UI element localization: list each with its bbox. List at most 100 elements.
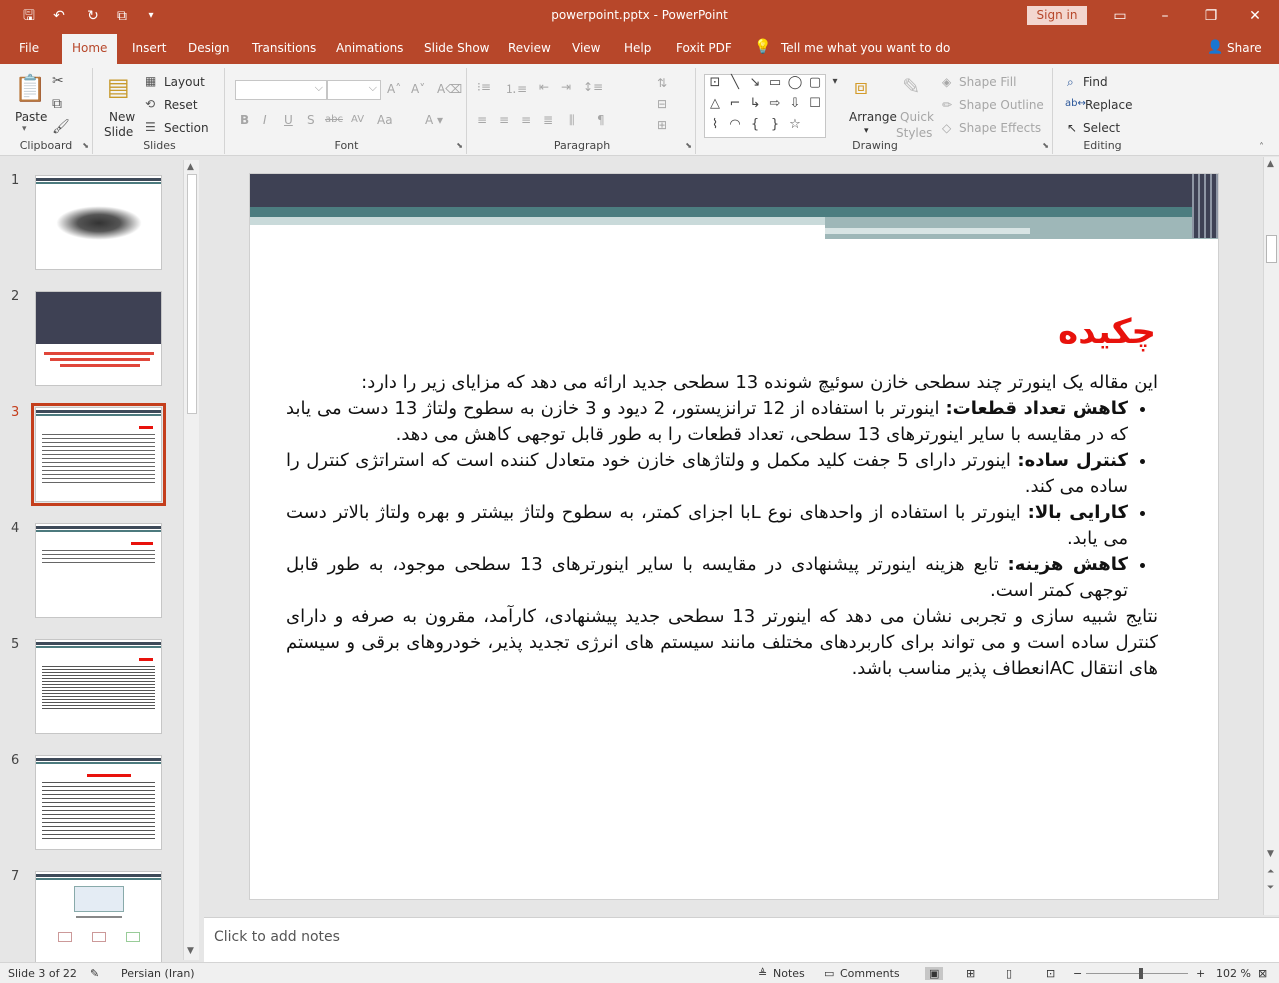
tab-design[interactable]: Design bbox=[188, 41, 229, 55]
text-direction-icon[interactable]: ⇅ bbox=[657, 76, 667, 90]
close-icon[interactable]: ✕ bbox=[1241, 4, 1269, 28]
arc-shape-icon[interactable]: ◠ bbox=[726, 117, 744, 132]
textbox-shape-icon[interactable]: ⊡ bbox=[706, 75, 724, 90]
curve-shape-icon[interactable]: ⌇ bbox=[706, 117, 724, 132]
tab-animations[interactable]: Animations bbox=[336, 41, 403, 55]
align-left-icon[interactable]: ≡ bbox=[477, 113, 487, 127]
character-spacing-icon[interactable]: AV bbox=[351, 114, 364, 125]
slide-thumbnail-7[interactable] bbox=[35, 871, 162, 962]
elbow-connector-icon[interactable]: ⌐ bbox=[726, 96, 744, 111]
scroll-up-icon[interactable]: ▲ bbox=[187, 162, 194, 172]
decrease-font-icon[interactable]: A˅ bbox=[411, 82, 425, 96]
slide-show-icon[interactable]: ⊡ bbox=[1046, 967, 1055, 980]
increase-font-icon[interactable]: A˄ bbox=[387, 82, 401, 96]
right-arrow-shape-icon[interactable]: ⇨ bbox=[766, 96, 784, 111]
reset-icon[interactable]: ⟲ bbox=[145, 96, 155, 112]
paste-button[interactable]: Paste bbox=[15, 110, 47, 124]
notes-button[interactable]: Notes bbox=[773, 967, 805, 980]
brace-right-icon[interactable]: } bbox=[766, 117, 784, 132]
zoom-out-button[interactable]: − bbox=[1073, 967, 1082, 980]
section-button[interactable]: Section bbox=[164, 121, 209, 135]
cut-icon[interactable]: ✂ bbox=[52, 73, 64, 89]
tab-view[interactable]: View bbox=[572, 41, 600, 55]
fit-slide-icon[interactable]: ⊠ bbox=[1258, 967, 1267, 980]
quick-styles-button-2[interactable]: Styles bbox=[896, 126, 932, 140]
zoom-level[interactable]: 102 % bbox=[1216, 967, 1251, 980]
language-indicator[interactable]: Persian (Iran) bbox=[121, 967, 195, 980]
layout-icon[interactable]: ▦ bbox=[145, 73, 156, 89]
line-shape-icon[interactable]: ╲ bbox=[726, 75, 744, 90]
normal-view-icon[interactable]: ▣ bbox=[925, 967, 944, 980]
notes-placeholder[interactable]: Click to add notes bbox=[214, 929, 340, 945]
find-button[interactable]: Find bbox=[1083, 75, 1108, 89]
reset-button[interactable]: Reset bbox=[164, 98, 198, 112]
clear-formatting-icon[interactable]: A⌫ bbox=[437, 82, 462, 96]
drawing-launcher-icon[interactable]: ⬊ bbox=[1042, 141, 1049, 150]
slide-thumbnail-2[interactable] bbox=[35, 291, 162, 386]
current-slide[interactable]: چکیده این مقاله یک اینورتر چند سطحی خازن… bbox=[249, 173, 1219, 900]
notes-pane[interactable]: Click to add notes bbox=[204, 917, 1279, 962]
reading-view-icon[interactable]: ▯ bbox=[1006, 967, 1012, 980]
paste-dropdown-icon[interactable]: ▾ bbox=[22, 124, 27, 134]
replace-icon[interactable]: ab↔ bbox=[1065, 98, 1086, 109]
arrow-shape-icon[interactable]: ↘ bbox=[746, 75, 764, 90]
slide-scrollbar[interactable]: ▲ ▼ ⏶ ⏷ bbox=[1263, 157, 1279, 915]
new-slide-label-2[interactable]: Slide bbox=[104, 125, 133, 139]
zoom-slider-knob[interactable] bbox=[1139, 968, 1143, 979]
arrange-icon[interactable]: ⧈ bbox=[854, 74, 868, 102]
select-button[interactable]: Select bbox=[1083, 121, 1120, 135]
columns-icon[interactable]: ⫼ bbox=[569, 113, 575, 128]
new-slide-icon[interactable]: ▤ bbox=[107, 73, 130, 101]
italic-icon[interactable]: I bbox=[263, 113, 267, 127]
ribbon-display-options-icon[interactable]: ▭ bbox=[1106, 4, 1134, 28]
justify-icon[interactable]: ≣ bbox=[543, 113, 553, 127]
copy-icon[interactable]: ⧉ bbox=[52, 96, 62, 112]
slide-scroll-down-icon[interactable]: ▼ bbox=[1267, 849, 1274, 859]
tab-slide-show[interactable]: Slide Show bbox=[424, 41, 489, 55]
format-painter-icon[interactable]: 🖌 bbox=[52, 119, 70, 135]
strikethrough-icon[interactable]: abc bbox=[325, 114, 343, 125]
gallery-more-icon[interactable]: ▾ bbox=[826, 76, 844, 87]
tell-me-search[interactable]: Tell me what you want to do bbox=[781, 41, 950, 55]
comments-button[interactable]: Comments bbox=[840, 967, 900, 980]
font-color-icon[interactable]: A ▾ bbox=[425, 113, 443, 127]
slide-sorter-icon[interactable]: ⊞ bbox=[966, 967, 975, 980]
rectangle-shape-icon[interactable]: ▭ bbox=[766, 75, 784, 90]
shape-effects-button[interactable]: Shape Effects bbox=[959, 121, 1041, 135]
new-slide-label[interactable]: New bbox=[109, 110, 135, 124]
slide-scroll-up-icon[interactable]: ▲ bbox=[1267, 159, 1274, 169]
scroll-down-icon[interactable]: ▼ bbox=[187, 946, 194, 956]
slide-thumbnail-6[interactable] bbox=[35, 755, 162, 850]
zoom-slider[interactable] bbox=[1086, 973, 1188, 974]
quick-styles-button[interactable]: Quick bbox=[900, 110, 934, 124]
thumbnail-scroll-thumb[interactable] bbox=[187, 174, 197, 414]
clipboard-launcher-icon[interactable]: ⬊ bbox=[82, 141, 89, 150]
slide-body-text[interactable]: این مقاله یک اینورتر چند سطحی خازن سوئیچ… bbox=[286, 370, 1158, 682]
tab-file[interactable]: File bbox=[19, 41, 39, 55]
font-launcher-icon[interactable]: ⬊ bbox=[456, 141, 463, 150]
down-arrow-shape-icon[interactable]: ⇩ bbox=[786, 96, 804, 111]
increase-indent-icon[interactable]: ⇥ bbox=[561, 80, 571, 94]
share-button[interactable]: Share bbox=[1227, 41, 1262, 55]
shape-outline-button[interactable]: Shape Outline bbox=[959, 98, 1044, 112]
star-shape-icon[interactable]: ☆ bbox=[786, 117, 804, 132]
tab-foxit-pdf[interactable]: Foxit PDF bbox=[676, 41, 732, 55]
align-text-icon[interactable]: ⊟ bbox=[657, 97, 667, 111]
select-icon[interactable]: ↖ bbox=[1067, 121, 1077, 135]
replace-button[interactable]: Replace bbox=[1085, 98, 1132, 112]
triangle-shape-icon[interactable]: △ bbox=[706, 96, 724, 111]
slide-thumbnail-4[interactable] bbox=[35, 523, 162, 618]
notes-icon[interactable]: ≜ bbox=[758, 967, 767, 980]
font-size-combo[interactable] bbox=[327, 80, 381, 100]
bold-icon[interactable]: B bbox=[240, 113, 249, 127]
tab-help[interactable]: Help bbox=[624, 41, 651, 55]
tab-insert[interactable]: Insert bbox=[132, 41, 166, 55]
shape-fill-icon[interactable]: ◈ bbox=[942, 75, 951, 89]
arrange-dropdown-icon[interactable]: ▾ bbox=[864, 126, 869, 136]
rounded-rect-shape-icon[interactable]: ▢ bbox=[806, 75, 824, 90]
slide-scroll-thumb[interactable] bbox=[1266, 235, 1277, 263]
rtl-icon[interactable]: ¶ bbox=[597, 113, 605, 127]
spelling-icon[interactable]: ✎ bbox=[90, 967, 99, 980]
paste-icon[interactable]: 📋 bbox=[14, 74, 46, 104]
bullets-icon[interactable]: ⁝≡ bbox=[477, 80, 491, 94]
